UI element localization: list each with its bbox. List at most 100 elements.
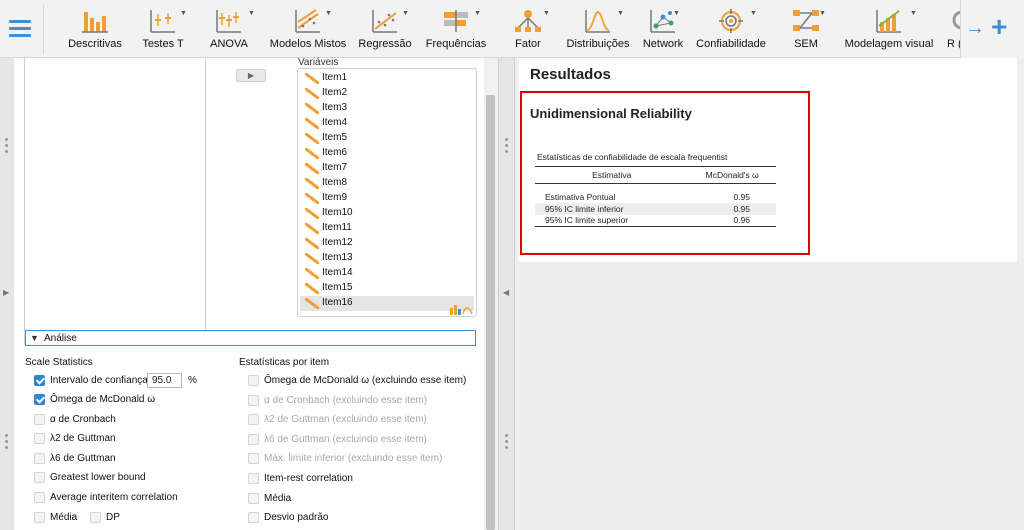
ruler-icon	[305, 163, 319, 174]
variable-list-item[interactable]: Item1	[300, 71, 474, 86]
variable-list-item[interactable]: Item12	[300, 236, 474, 251]
variable-list-item[interactable]: Item5	[300, 131, 474, 146]
item-option-5: Item-rest correlation	[248, 472, 478, 486]
grip-dot	[5, 144, 8, 147]
table-cell-value: 0.96	[688, 214, 776, 227]
item-option-checkbox[interactable]	[248, 492, 259, 504]
move-variable-button[interactable]: ▶	[236, 69, 266, 82]
ribbon-anova-button[interactable]: ▼ ANOVA	[200, 2, 258, 56]
grip-dot	[505, 150, 508, 153]
scale-option-2: λ2 de Guttman	[34, 432, 224, 446]
mean-checkbox[interactable]	[34, 512, 45, 523]
regression-icon	[372, 10, 397, 33]
grip-dot	[505, 138, 508, 141]
variable-list-item[interactable]: Item7	[300, 161, 474, 176]
table-spacer-row	[535, 184, 776, 191]
source-variables-list[interactable]	[24, 58, 206, 345]
collapse-arrow-icon[interactable]: ◀	[503, 288, 509, 297]
variable-list-item[interactable]: Item10	[300, 206, 474, 221]
ribbon-r-button[interactable]: R (	[944, 2, 960, 56]
variable-name: Item3	[322, 102, 348, 113]
sd-checkbox[interactable]	[90, 512, 101, 523]
ribbon-regression-button[interactable]: ▼ Regressão	[354, 2, 416, 56]
table-header-row: Estimativa McDonald's ω	[535, 166, 776, 184]
variable-list-item[interactable]: Item15	[300, 281, 474, 296]
ribbon-r-label: R (	[947, 38, 960, 50]
chevron-down-icon: ▼	[474, 10, 481, 17]
ribbon-t-tests-button[interactable]: ▼ Testes T	[134, 2, 192, 56]
item-option-checkbox[interactable]	[248, 512, 259, 524]
variable-list-item[interactable]: Item14	[300, 266, 474, 281]
ribbon-descriptives-button[interactable]: Descritivas	[62, 2, 128, 56]
ribbon-distributions-button[interactable]: ▼ Distribuições	[563, 2, 633, 56]
arrow-right-icon[interactable]: →	[965, 17, 985, 40]
assigned-variables-list[interactable]: Item1 Item2 Item3 Item4 Item5 Item6 Item7 Item8…	[297, 68, 477, 317]
scale-option-label: λ6 de Guttman	[50, 452, 116, 464]
scale-option-checkbox[interactable]	[34, 413, 45, 425]
visual-modeling-icon	[876, 10, 901, 33]
scale-option-4: Greatest lower bound	[34, 471, 224, 485]
ribbon-visual-modeling-label: Modelagem visual	[844, 38, 934, 50]
scale-option-checkbox[interactable]	[34, 452, 45, 464]
scale-option-checkbox[interactable]	[34, 394, 45, 405]
item-option-checkbox[interactable]	[248, 473, 259, 484]
sd-label: DP	[106, 512, 120, 523]
expand-arrow-icon[interactable]: ▶	[3, 288, 9, 297]
variable-list-item[interactable]: Item4	[300, 116, 474, 131]
variable-list-item[interactable]: Item16	[300, 296, 474, 311]
item-option-label: λ2 de Guttman (excluindo esse item)	[264, 414, 427, 426]
scale-option-checkbox[interactable]	[34, 433, 45, 445]
item-option-label: Ômega de McDonald ω (excluindo esse item…	[264, 375, 467, 386]
chevron-down-icon: ▼	[617, 10, 624, 17]
results-title: Resultados	[530, 66, 611, 83]
variable-name: Item10	[322, 207, 353, 218]
item-option-label: λ6 de Guttman (excluindo esse item)	[264, 433, 427, 445]
item-option-1: α de Cronbach (excluindo esse item)	[248, 394, 478, 408]
analysis-title: Unidimensional Reliability	[530, 106, 692, 121]
ribbon-network-button[interactable]: ▼ Network	[640, 2, 686, 56]
plus-icon[interactable]: +	[991, 11, 1007, 43]
table-cell-value: 0.95	[733, 191, 750, 202]
variable-list-item[interactable]: Item2	[300, 86, 474, 101]
ribbon-reliability-label: Confiabilidade	[696, 38, 766, 50]
ribbon-sem-button[interactable]: ▼ SEM	[786, 2, 826, 56]
mean-option: Média	[34, 511, 94, 525]
variable-list-item[interactable]: Item9	[300, 191, 474, 206]
chevron-down-icon: ▼	[910, 10, 917, 17]
variable-list-item[interactable]: Item13	[300, 251, 474, 266]
item-option-checkbox	[248, 394, 259, 406]
anova-icon	[216, 10, 241, 33]
variable-list-item[interactable]: Item11	[300, 221, 474, 236]
item-option-checkbox[interactable]	[248, 375, 259, 386]
sd-option: DP	[90, 511, 150, 525]
analysis-section-header[interactable]: ▼ Análise	[25, 330, 476, 346]
analysis-section-label: Análise	[44, 333, 77, 344]
variable-name: Item7	[322, 162, 348, 173]
scale-option-checkbox[interactable]	[34, 472, 45, 484]
options-scrollbar-thumb[interactable]	[486, 95, 495, 530]
ribbon-factor-button[interactable]: ▼ Fator	[505, 2, 551, 56]
ribbon-frequencies-button[interactable]: ▼ Frequências	[420, 2, 492, 56]
confidence-interval-checkbox[interactable]	[34, 375, 45, 386]
scale-option-5: Average interitem correlation	[34, 491, 224, 505]
variable-list-item[interactable]: Item3	[300, 101, 474, 116]
scale-option-checkbox[interactable]	[34, 492, 45, 503]
ribbon-visual-modeling-button[interactable]: ▼ Modelagem visual	[842, 2, 936, 56]
item-option-2: λ2 de Guttman (excluindo esse item)	[248, 413, 478, 427]
grip-dot	[505, 446, 508, 449]
ruler-icon	[305, 268, 319, 279]
variable-type-badge-icon	[450, 305, 473, 315]
panel-splitter[interactable]: ◀	[498, 58, 515, 530]
left-collapse-strip[interactable]: ▶	[0, 58, 14, 530]
item-option-7: Desvio padrão	[248, 511, 478, 525]
ribbon-mixed-models-button[interactable]: ▼ Modelos Mistos	[266, 2, 350, 56]
reliability-icon	[719, 9, 743, 33]
chevron-down-icon: ▼	[248, 10, 255, 17]
ruler-icon	[305, 148, 319, 159]
variable-list-item[interactable]: Item8	[300, 176, 474, 191]
ruler-icon	[305, 118, 319, 129]
variable-list-item[interactable]: Item6	[300, 146, 474, 161]
confidence-interval-input[interactable]: 95.0	[147, 373, 182, 388]
menu-hamburger-icon[interactable]	[9, 20, 31, 38]
ribbon-reliability-button[interactable]: ▼ Confiabilidade	[694, 2, 768, 56]
